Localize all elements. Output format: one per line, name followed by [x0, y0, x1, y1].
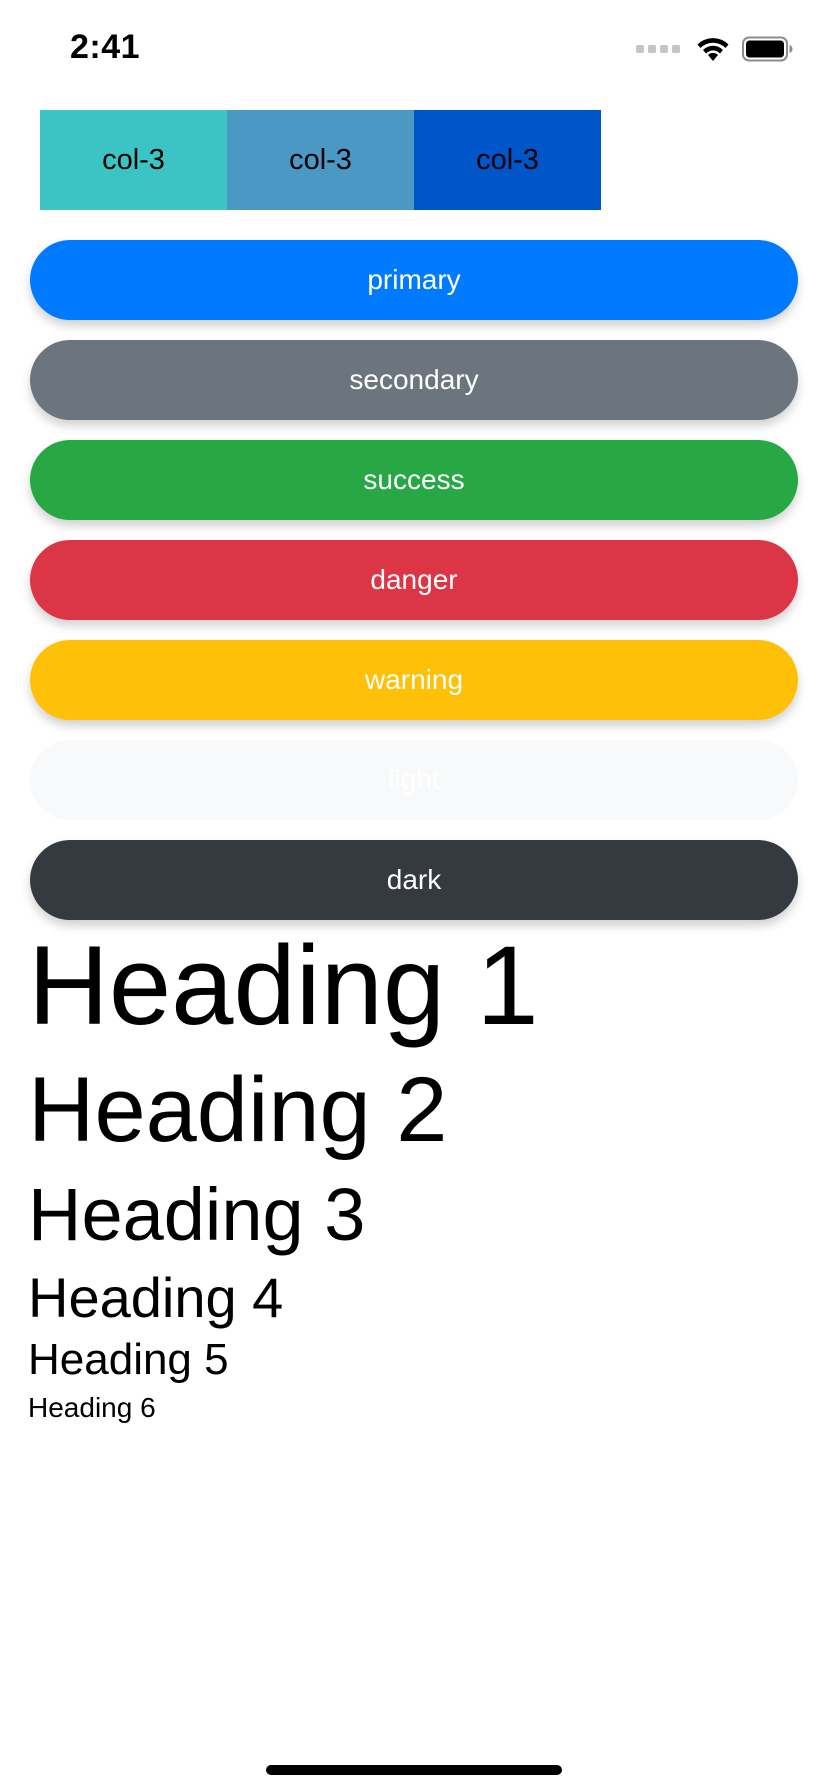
- grid-col-label: col-3: [289, 143, 352, 176]
- button-label: success: [363, 464, 465, 495]
- heading-3: Heading 3: [28, 1173, 366, 1256]
- grid-col: col-3: [227, 110, 414, 210]
- wifi-icon: [696, 36, 730, 62]
- button-label: secondary: [349, 364, 479, 395]
- button-label: light: [388, 764, 440, 795]
- grid-col: col-3: [414, 110, 601, 210]
- primary-button[interactable]: primary: [30, 240, 798, 320]
- light-button[interactable]: light: [30, 740, 798, 820]
- home-indicator[interactable]: [266, 1765, 562, 1775]
- dark-button[interactable]: dark: [30, 840, 798, 920]
- status-icons: [636, 36, 794, 62]
- warning-button[interactable]: warning: [30, 640, 798, 720]
- button-label: primary: [367, 264, 461, 295]
- success-button[interactable]: success: [30, 440, 798, 520]
- battery-icon: [742, 36, 794, 62]
- button-label: warning: [364, 664, 464, 695]
- grid-col: col-3: [40, 110, 227, 210]
- button-label: dark: [386, 864, 442, 895]
- heading-4: Heading 4: [28, 1266, 284, 1329]
- button-label: danger: [370, 564, 458, 595]
- danger-button[interactable]: danger: [30, 540, 798, 620]
- cellular-signal-icon: [636, 45, 680, 53]
- status-bar: 2:41: [0, 0, 828, 96]
- grid-col-label: col-3: [476, 143, 539, 176]
- secondary-button[interactable]: secondary: [30, 340, 798, 420]
- heading-2: Heading 2: [28, 1059, 448, 1161]
- app-screen: 2:41 col-3 col-3 col-3 primary secondary…: [0, 0, 828, 1792]
- grid-row: col-3 col-3 col-3: [40, 110, 601, 210]
- status-time: 2:41: [70, 28, 141, 66]
- heading-5: Heading 5: [28, 1335, 229, 1384]
- heading-6: Heading 6: [28, 1392, 156, 1423]
- headings: Heading 1 Heading 2 Heading 3 Heading 4 …: [28, 930, 539, 1422]
- button-list: primary secondary success danger warning…: [30, 240, 798, 940]
- heading-1: Heading 1: [28, 923, 539, 1048]
- grid-col-label: col-3: [102, 143, 165, 176]
